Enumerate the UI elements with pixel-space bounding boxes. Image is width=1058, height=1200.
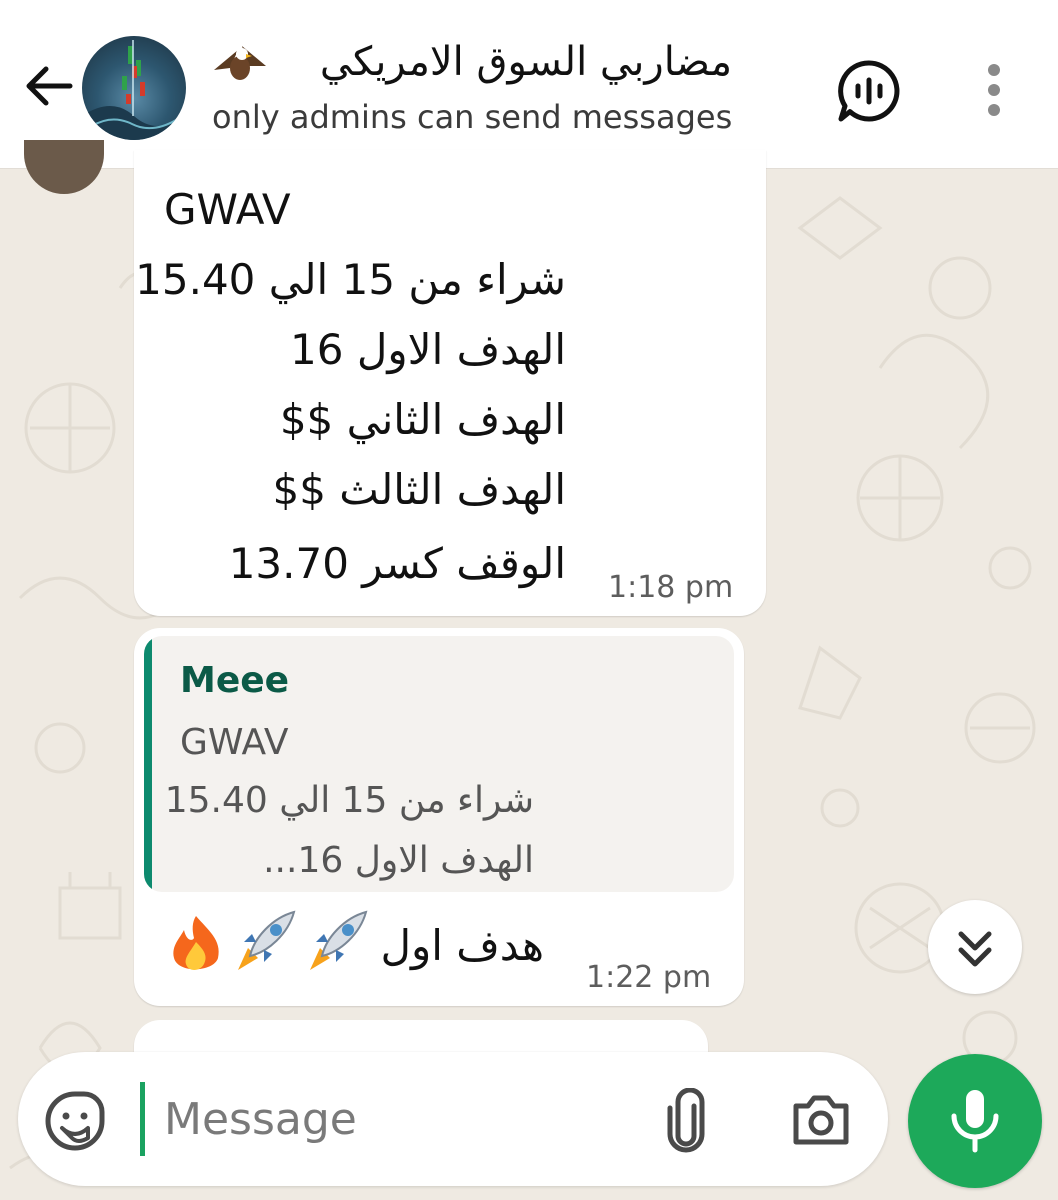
message-composer xyxy=(18,1052,888,1186)
more-options-icon[interactable] xyxy=(976,60,1012,120)
double-chevron-down-icon xyxy=(958,931,992,967)
message-time: 1:22 pm xyxy=(586,960,712,995)
message-line: GWAV xyxy=(164,185,291,234)
reply-message-bubble[interactable]: Meee GWAV شراء من 15 الي 15.40 الهدف الا… xyxy=(134,628,744,1006)
quoted-message[interactable]: Meee GWAV شراء من 15 الي 15.40 الهدف الا… xyxy=(144,636,734,892)
rocket-emoji-icon xyxy=(232,908,298,976)
chat-header: مضاربي السوق الامريكي only admins can se… xyxy=(0,0,1058,169)
quoted-line: شراء من 15 الي 15.40 xyxy=(164,780,534,821)
group-title: مضاربي السوق الامريكي xyxy=(319,39,732,85)
microphone-icon xyxy=(951,1090,999,1153)
quoted-line: GWAV xyxy=(180,722,289,763)
quote-bar xyxy=(144,636,152,892)
back-arrow-icon[interactable] xyxy=(20,58,76,114)
sticker-icon[interactable] xyxy=(44,1090,106,1152)
message-input[interactable] xyxy=(144,1074,644,1164)
message-line: الوقف كسر 13.70 xyxy=(228,539,566,588)
message-line: شراء من 15 الي 15.40 xyxy=(135,255,566,304)
message-bubble[interactable]: GWAV شراء من 15 الي 15.40 الهدف الاول 16… xyxy=(134,150,766,616)
quoted-line: الهدف الاول 16... xyxy=(263,840,534,881)
scroll-down-button[interactable] xyxy=(928,900,1022,994)
message-line: الهدف الثاني $$ xyxy=(279,395,566,444)
group-subtitle: only admins can send messages xyxy=(212,98,733,136)
rocket-emoji-icon xyxy=(304,908,370,976)
camera-icon[interactable] xyxy=(790,1092,852,1148)
microphone-button[interactable] xyxy=(908,1054,1042,1188)
attachment-icon[interactable] xyxy=(664,1088,708,1154)
message-time: 1:18 pm xyxy=(608,570,734,605)
group-avatar[interactable] xyxy=(82,36,186,140)
fire-emoji-icon xyxy=(166,912,226,976)
message-line: الهدف الاول 16 xyxy=(290,325,566,374)
quoted-author: Meee xyxy=(180,660,290,701)
message-line: الهدف الثالث $$ xyxy=(272,465,566,514)
voice-chat-icon[interactable] xyxy=(836,58,902,124)
